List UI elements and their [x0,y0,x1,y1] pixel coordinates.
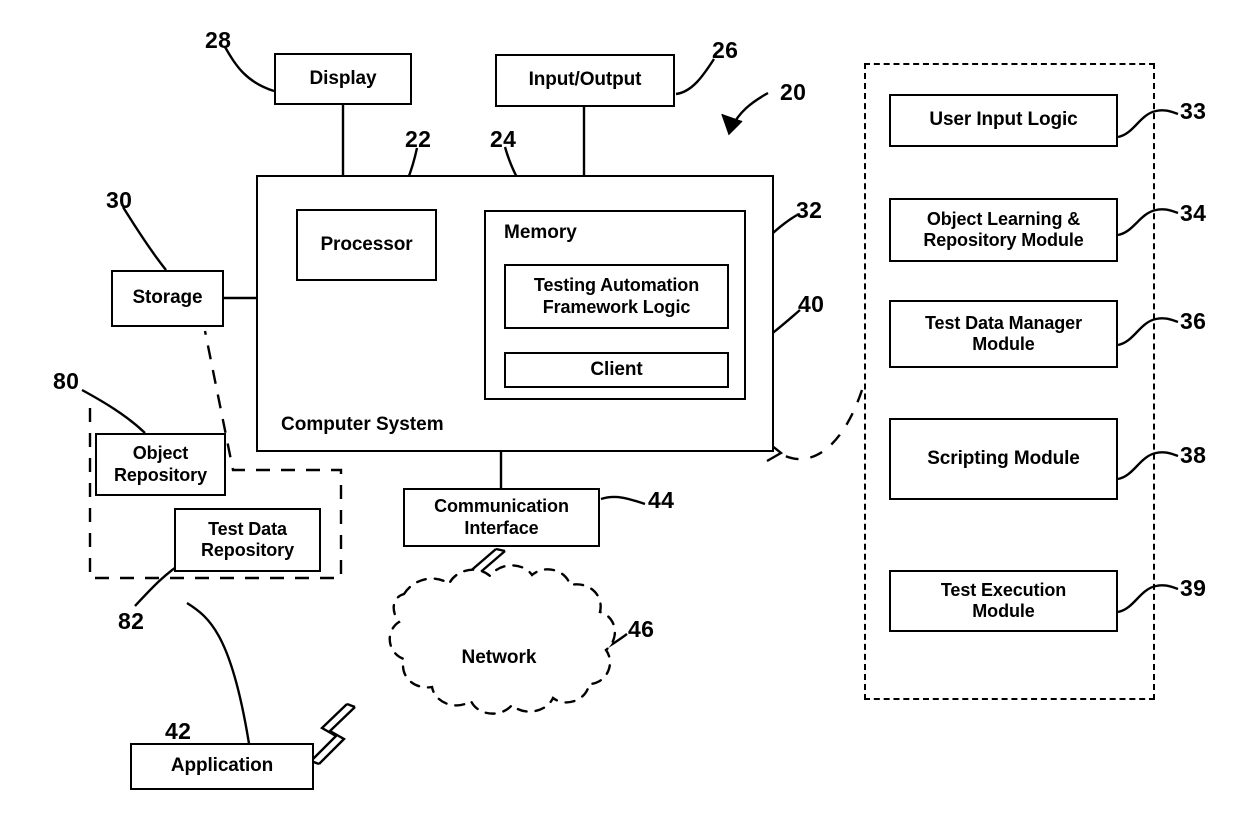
ref-numeral-26: 26 [712,37,739,63]
figure-canvas: Display Input/Output Computer System Pro… [0,0,1240,821]
ref-numeral-24: 24 [490,126,517,152]
client-label: Client [590,358,643,380]
leader-80 [81,388,146,434]
communication-interface-line2: Interface [464,517,539,538]
module-test-data-manager[interactable]: Test Data Manager Module [889,300,1118,368]
ref-numeral-38: 38 [1180,442,1207,468]
module-object-learning-repository[interactable]: Object Learning & Repository Module [889,198,1118,262]
bolt-cap-top [495,547,506,553]
module-user-input-logic[interactable]: User Input Logic [889,94,1118,147]
taf-logic-label: Testing Automation Framework Logic [534,275,699,317]
ref-numeral-40: 40 [798,291,825,317]
module-test-execution-label: Test Execution Module [941,580,1066,622]
test-data-repository-line1: Test Data [208,518,287,539]
application-label: Application [170,755,274,777]
connector-modules-to-system [777,389,864,461]
leader-30 [121,206,167,271]
computer-system-label: Computer System [281,414,444,435]
application-box[interactable]: Application [130,743,314,790]
display-box[interactable]: Display [274,53,412,105]
ref-numeral-20: 20 [780,79,807,105]
ref-numeral-46: 46 [628,616,655,642]
module-scripting-label: Scripting Module [927,448,1080,470]
ref-numeral-32: 32 [796,197,823,223]
bolt-app-to-network-b [318,706,356,765]
network-cloud-shape [388,564,616,715]
ref-numeral-36: 36 [1180,308,1207,334]
processor-label: Processor [320,233,413,255]
taf-logic-line1: Testing Automation [533,275,700,296]
taf-logic-line2: Framework Logic [542,296,691,317]
object-repository-box[interactable]: Object Repository [95,433,226,496]
communication-interface-box[interactable]: Communication Interface [403,488,600,547]
module-object-learning-repository-line2: Repository Module [923,230,1084,250]
module-test-data-manager-line1: Test Data Manager [924,312,1082,333]
leader-28 [223,46,275,93]
module-scripting[interactable]: Scripting Module [889,418,1118,500]
module-test-data-manager-label: Test Data Manager Module [925,313,1082,355]
communication-interface-label: Communication Interface [434,496,569,538]
testing-automation-framework-logic-box[interactable]: Testing Automation Framework Logic [504,264,729,329]
module-object-learning-repository-label: Object Learning & Repository Module [923,209,1083,251]
test-data-repository-label: Test Data Repository [201,519,294,561]
test-data-repository-line2: Repository [200,540,295,560]
leader-26 [675,58,716,96]
storage-box[interactable]: Storage [111,270,224,327]
ref-numeral-30: 30 [106,187,133,213]
ref-numeral-82: 82 [118,608,145,634]
ref-numeral-28: 28 [205,27,232,53]
object-repository-line2: Repository [113,464,208,485]
ref-numeral-22: 22 [405,126,432,152]
communication-interface-line1: Communication [434,496,569,517]
ref-numeral-34: 34 [1180,200,1207,226]
storage-label: Storage [132,287,203,309]
processor-box[interactable]: Processor [296,209,437,281]
module-object-learning-repository-line1: Object Learning & [926,208,1081,229]
display-label: Display [309,67,377,89]
module-test-data-manager-line2: Module [972,334,1035,354]
object-repository-line1: Object [132,443,189,464]
module-test-execution-line2: Module [972,601,1035,621]
input-output-box[interactable]: Input/Output [495,54,675,107]
input-output-label: Input/Output [528,69,642,91]
leader-42 [186,601,252,751]
ref-numeral-39: 39 [1180,575,1207,601]
leader-42-outer [186,603,245,750]
ref-numeral-33: 33 [1180,98,1207,124]
ref-numeral-42: 42 [165,718,192,744]
test-data-repository-box[interactable]: Test Data Repository [174,508,321,572]
object-repository-label: Object Repository [114,443,207,485]
module-test-execution-line1: Test Execution [940,579,1067,600]
ref-numeral-44: 44 [648,487,675,513]
module-user-input-logic-line1: User Input Logic [929,109,1078,131]
client-box[interactable]: Client [504,352,729,388]
leader-44 [600,495,646,506]
memory-label: Memory [504,222,577,243]
bolt-cap-right [346,702,356,709]
ref-numeral-80: 80 [53,368,80,394]
module-user-input-logic-label: User Input Logic [929,109,1077,131]
module-scripting-line1: Scripting Module [927,447,1080,469]
module-test-execution[interactable]: Test Execution Module [889,570,1118,632]
network-label: Network [461,647,537,668]
